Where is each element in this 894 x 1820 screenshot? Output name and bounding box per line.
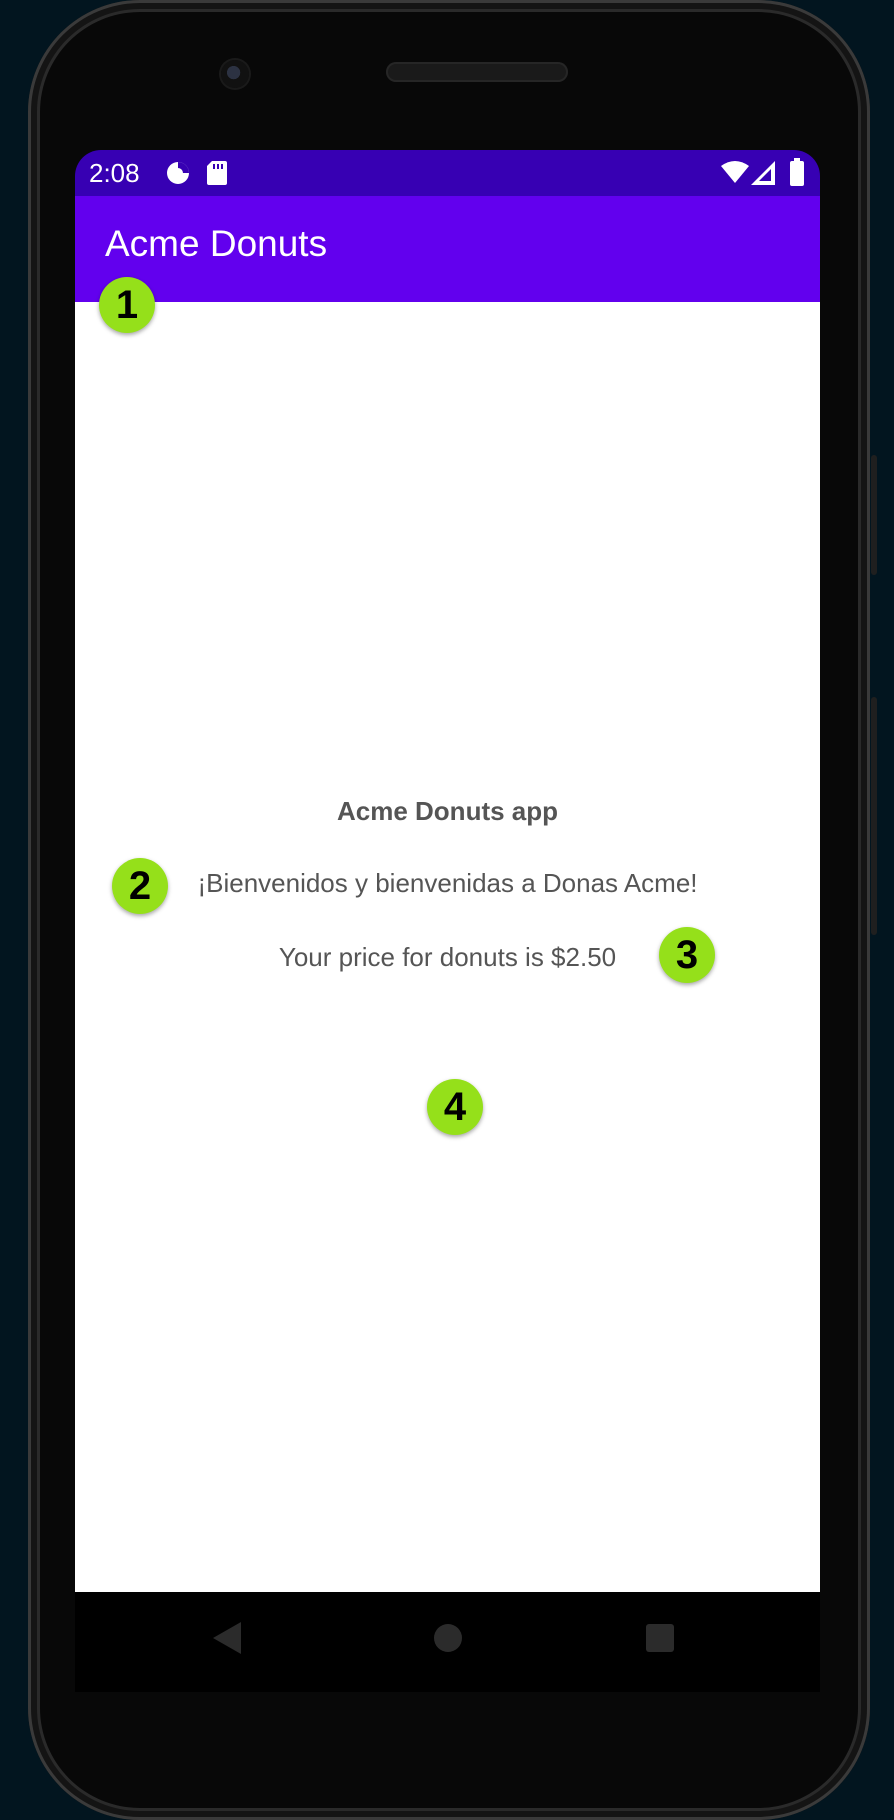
welcome-text: ¡Bienvenidos y bienvenidas a Donas Acme! [197,868,698,898]
recents-icon[interactable] [646,1624,674,1657]
battery-icon [789,158,805,191]
callout-badge-3: 3 [659,927,715,983]
home-icon[interactable] [434,1624,462,1657]
status-bar: 2:08 [75,150,820,196]
front-camera [221,60,249,88]
data-saver-icon [165,160,191,191]
sd-card-icon [206,160,228,191]
callout-badge-1: 1 [99,277,155,333]
wifi-icon [721,161,749,188]
power-button [871,455,877,575]
toolbar-title: Acme Donuts [105,223,328,264]
status-time: 2:08 [89,158,140,188]
callout-badge-4: 4 [427,1079,483,1135]
volume-button [871,697,877,935]
back-icon[interactable] [213,1622,241,1659]
navigation-bar [75,1592,820,1692]
app-title-text: Acme Donuts app [336,796,559,826]
signal-icon [751,161,775,190]
device-screen: 2:08 Acme Donuts Acme Donuts app ¡Bienve… [75,150,820,1592]
earpiece-speaker [386,62,568,82]
callout-badge-2: 2 [112,858,168,914]
app-toolbar: Acme Donuts [75,196,820,302]
